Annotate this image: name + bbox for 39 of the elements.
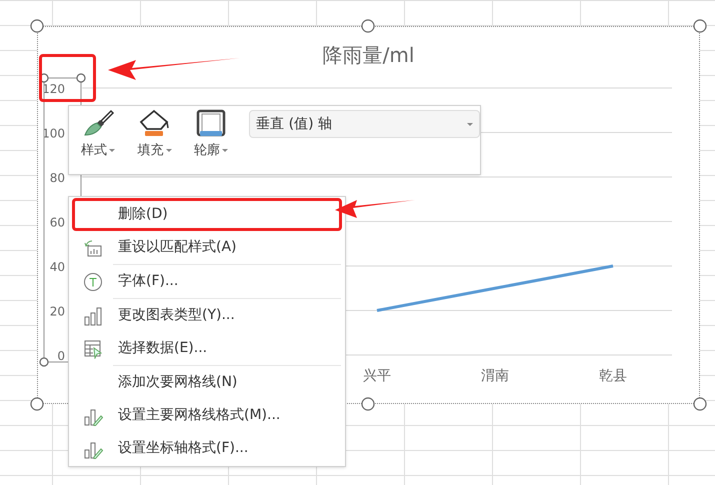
- resize-handle[interactable]: [693, 397, 707, 411]
- reset-chart-icon: [83, 238, 103, 258]
- axis-label: 20: [50, 304, 65, 318]
- resize-handle[interactable]: [30, 19, 44, 33]
- axis-label: 80: [50, 171, 65, 185]
- axis-label: 40: [50, 260, 65, 274]
- menu-item[interactable]: 添加次要网格线(N): [72, 366, 342, 399]
- data-table-icon: [83, 338, 103, 358]
- resize-handle[interactable]: [76, 73, 86, 83]
- menu-item[interactable]: 设置主要网格线格式(M)...: [72, 399, 342, 432]
- axis-label: 100: [42, 126, 65, 140]
- resize-handle[interactable]: [30, 397, 44, 411]
- axis-label: 60: [50, 216, 65, 230]
- resize-handle[interactable]: [361, 397, 375, 411]
- toolbar-button[interactable]: 样式: [74, 109, 122, 160]
- menu-item[interactable]: 选择数据(E)...: [72, 332, 342, 365]
- menu-item[interactable]: 字体(F)...: [72, 265, 342, 298]
- font-icon: [83, 272, 103, 292]
- chart-title: 降雨量/ml: [322, 42, 414, 69]
- caret-icon: [466, 122, 473, 126]
- menu-item[interactable]: 更改图表类型(Y)...: [72, 299, 342, 332]
- category-label: 乾县: [599, 368, 627, 384]
- caret-icon: [166, 149, 172, 152]
- menu-item[interactable]: 设置坐标轴格式(F)...: [72, 432, 342, 465]
- element-dropdown[interactable]: 垂直 (值) 轴: [249, 110, 480, 138]
- axis-label: 120: [42, 82, 65, 96]
- caret-icon: [222, 149, 228, 152]
- bar-chart-icon: [83, 306, 103, 326]
- menu-item[interactable]: 重设以匹配样式(A): [72, 231, 342, 264]
- resize-handle[interactable]: [361, 19, 375, 33]
- toolbar-button[interactable]: 填充: [130, 109, 179, 160]
- category-label: 兴平: [363, 368, 391, 384]
- category-label: 渭南: [481, 368, 509, 384]
- menu-item[interactable]: 删除(D): [72, 198, 342, 231]
- toolbar-button[interactable]: 轮廓: [186, 109, 236, 160]
- resize-handle[interactable]: [39, 357, 49, 367]
- axis-label: 0: [57, 349, 65, 363]
- caret-icon: [109, 149, 116, 152]
- resize-handle[interactable]: [693, 19, 707, 33]
